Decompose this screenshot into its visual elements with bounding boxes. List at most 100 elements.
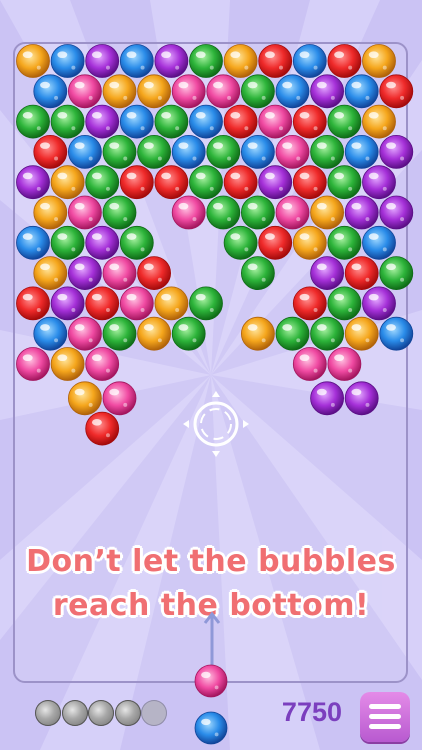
bubble xyxy=(68,256,102,291)
bubble xyxy=(344,74,379,109)
bubble xyxy=(119,165,154,200)
bubble xyxy=(275,134,310,169)
crosshair-icon[interactable] xyxy=(182,390,250,458)
bubble xyxy=(275,316,310,351)
life-ball xyxy=(141,700,167,726)
hamburger-menu-icon-line xyxy=(369,714,401,719)
bubble xyxy=(189,104,223,139)
bubble xyxy=(68,316,102,351)
life-ball xyxy=(114,700,141,726)
bubble xyxy=(85,104,120,139)
next-bubble-ball xyxy=(194,711,228,745)
bubble xyxy=(240,74,275,109)
bubble xyxy=(362,104,396,139)
life-ball xyxy=(35,700,61,726)
bubble xyxy=(102,134,137,169)
bubble xyxy=(119,286,154,321)
bubble xyxy=(102,74,137,109)
bubble xyxy=(206,74,241,109)
bubble xyxy=(154,44,189,78)
bubble xyxy=(292,44,327,78)
bubble xyxy=(68,381,102,416)
bubble xyxy=(85,347,120,381)
bubble xyxy=(223,225,258,260)
bubble xyxy=(50,165,85,200)
bubble xyxy=(310,195,345,230)
bubble xyxy=(50,225,85,260)
bubble xyxy=(33,316,68,351)
bubble xyxy=(119,44,154,78)
bubble xyxy=(362,225,396,260)
bubble xyxy=(310,134,345,169)
bubble xyxy=(102,256,137,291)
bubble xyxy=(50,104,85,139)
bubble xyxy=(327,165,362,200)
next-bubble[interactable] xyxy=(194,711,228,745)
bubble xyxy=(171,195,206,230)
bubble xyxy=(119,225,154,260)
bubble xyxy=(50,44,85,78)
aim-arrow-icon xyxy=(203,611,221,670)
bubble xyxy=(223,44,258,78)
bubble xyxy=(85,286,120,321)
bubble xyxy=(292,104,327,139)
hint-message-line-1: Don’t let the bubbles xyxy=(26,544,396,579)
menu-button[interactable] xyxy=(360,692,410,742)
bubble xyxy=(154,286,189,321)
bubble xyxy=(85,44,120,78)
bubble xyxy=(33,256,68,291)
bubble xyxy=(275,195,310,230)
bubble xyxy=(344,256,379,291)
bubble xyxy=(137,134,172,169)
bubble xyxy=(16,44,50,78)
bubble xyxy=(68,134,102,169)
bubble xyxy=(275,74,310,109)
loaded-bubble[interactable] xyxy=(194,664,228,698)
bubble xyxy=(240,256,275,291)
bubble xyxy=(258,165,293,200)
bubble xyxy=(137,74,172,109)
bubble xyxy=(327,44,362,78)
bubble xyxy=(258,104,293,139)
bubble xyxy=(50,347,85,381)
bubble xyxy=(292,165,327,200)
bubble xyxy=(102,195,137,230)
bubble xyxy=(362,165,396,200)
bubble xyxy=(85,411,120,446)
bubble xyxy=(240,316,275,351)
bubble xyxy=(137,316,172,351)
life-ball xyxy=(88,700,114,726)
bubble xyxy=(310,381,345,416)
bubble xyxy=(327,286,362,321)
bubble xyxy=(102,381,137,416)
bubble xyxy=(344,381,379,416)
bubble xyxy=(310,74,345,109)
bubble xyxy=(189,165,223,200)
bubble xyxy=(310,316,345,351)
bubble xyxy=(33,74,68,109)
bubble xyxy=(258,225,293,260)
bubble xyxy=(68,74,102,109)
score-display: 7750 xyxy=(281,697,342,727)
bubble xyxy=(327,104,362,139)
bubble xyxy=(137,256,172,291)
bubble xyxy=(102,316,137,351)
bubble xyxy=(327,225,362,260)
bubble xyxy=(171,134,206,169)
bubble xyxy=(379,316,414,351)
bubble xyxy=(223,165,258,200)
bubble xyxy=(344,195,379,230)
bubble xyxy=(379,74,414,109)
bubble xyxy=(223,104,258,139)
bubble xyxy=(292,347,327,381)
bubble xyxy=(16,286,50,321)
bubble xyxy=(154,165,189,200)
bubble xyxy=(171,74,206,109)
bubble xyxy=(344,316,379,351)
bubble xyxy=(154,104,189,139)
hamburger-menu-icon-line xyxy=(369,724,401,729)
life-ball xyxy=(61,700,88,726)
bubble xyxy=(189,286,223,321)
bubble xyxy=(68,195,102,230)
bubble xyxy=(206,134,241,169)
